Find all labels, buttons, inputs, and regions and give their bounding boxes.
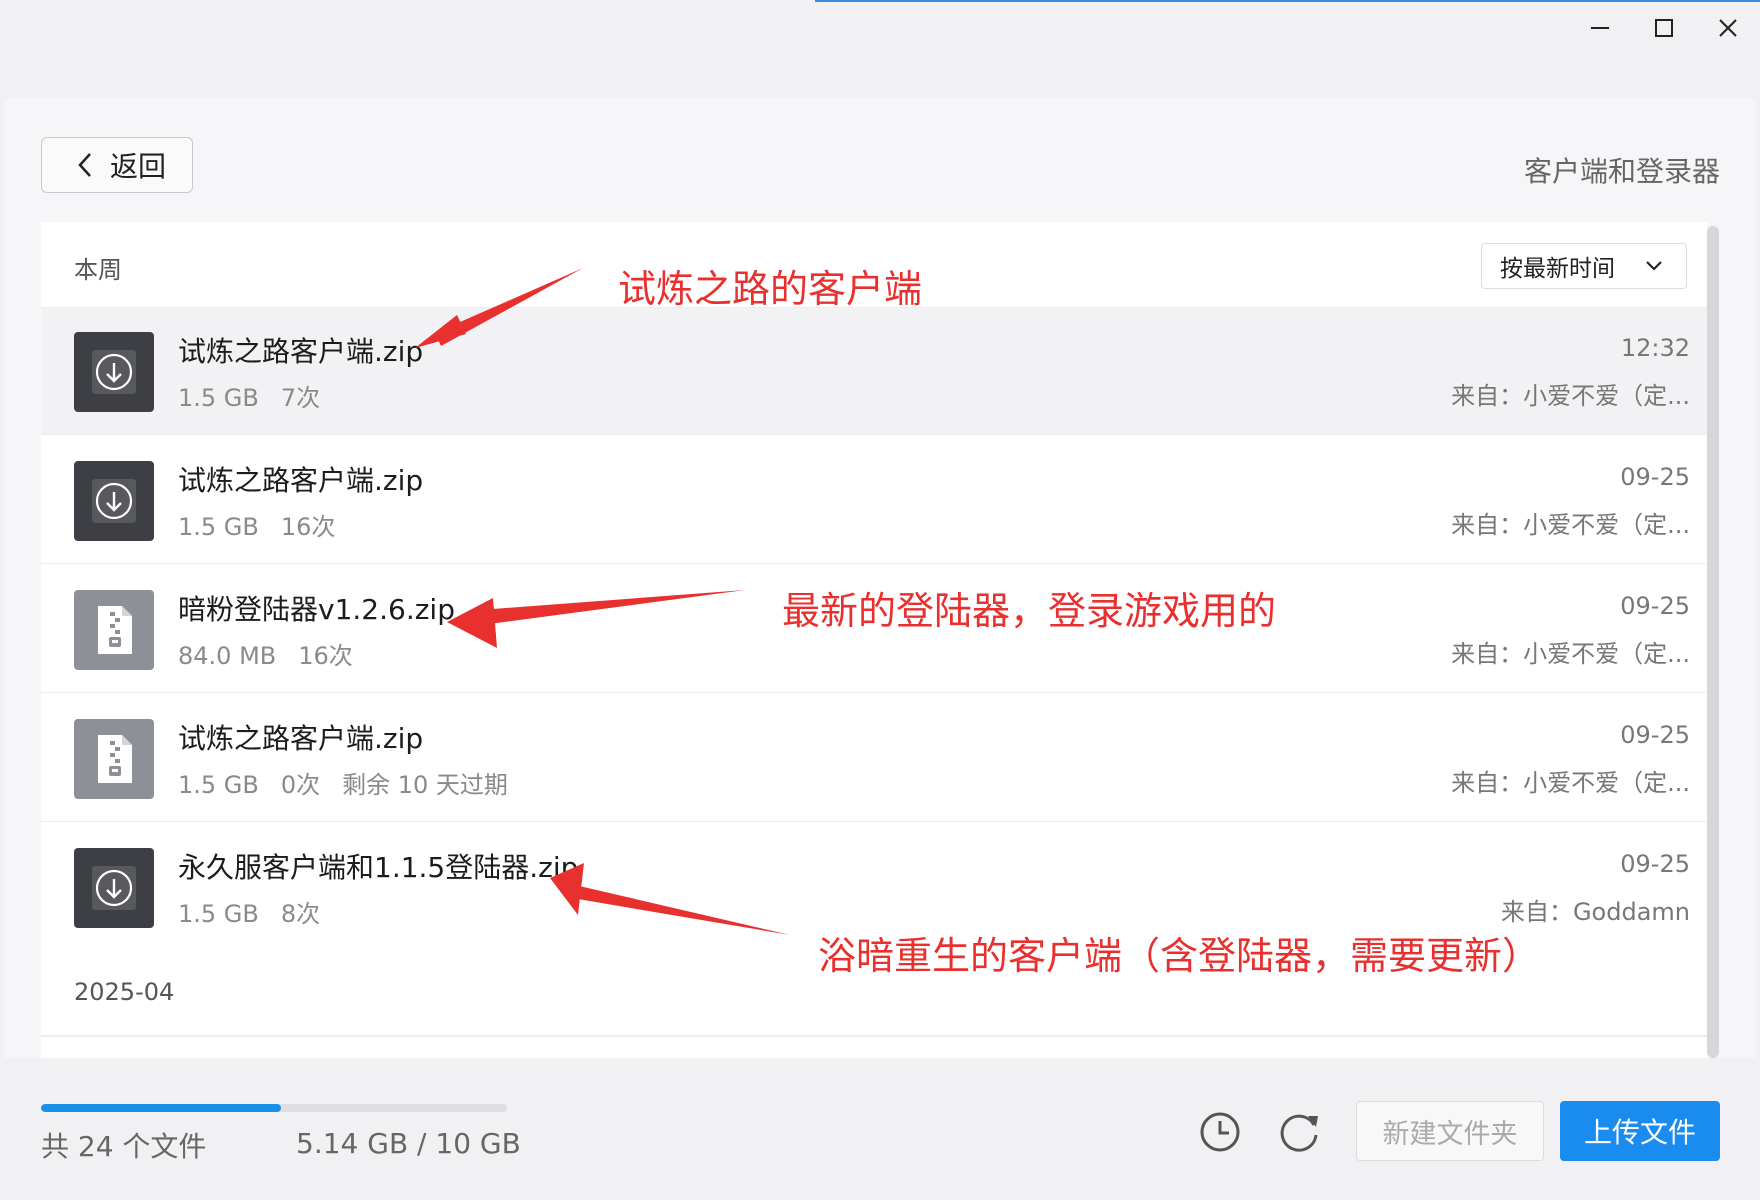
file-meta: 1.5 GB 8次: [178, 894, 342, 929]
annotation-text-1: 试炼之路的客户端: [618, 267, 923, 311]
file-source: 来自：小爱不爱（定...: [1451, 382, 1690, 410]
file-name: 暗粉登陆器v1.2.6.zip: [178, 593, 455, 626]
file-source: 来自：小爱不爱（定...: [1451, 511, 1690, 539]
section-label-week: 本周: [74, 256, 122, 284]
chevron-left-icon: [78, 153, 91, 177]
file-name: 试炼之路客户端.zip: [178, 335, 424, 368]
file-date: 09-25: [1620, 463, 1690, 491]
download-archive-icon: [74, 332, 154, 412]
back-button-label: 返回: [110, 150, 167, 183]
file-meta: 1.5 GB 16次: [178, 507, 357, 542]
close-icon: [1719, 19, 1737, 37]
file-source: 来自：小爱不爱（定...: [1451, 640, 1690, 668]
file-size: 84.0 MB: [178, 642, 277, 670]
file-source: 来自：小爱不爱（定...: [1451, 769, 1690, 797]
file-size: 1.5 GB: [178, 513, 259, 541]
file-count: 7次: [280, 384, 321, 412]
close-button[interactable]: [1700, 8, 1756, 48]
list-divider: [41, 1035, 1707, 1037]
storage-usage: 5.14 GB / 10 GB: [296, 1127, 521, 1160]
file-count: 16次: [298, 642, 353, 670]
file-size: 1.5 GB: [178, 900, 259, 928]
title-bar: [0, 0, 1760, 98]
file-size: 1.5 GB: [178, 771, 259, 799]
sort-select[interactable]: 按最新时间: [1481, 243, 1687, 289]
file-name: 试炼之路客户端.zip: [178, 464, 424, 497]
file-extra: 剩余 10 天过期: [342, 771, 508, 799]
refresh-icon: [1280, 1114, 1318, 1152]
file-row[interactable]: 试炼之路客户端.zip 1.5 GB 0次 剩余 10 天过期 09-25 来自：小爱不爱…: [41, 695, 1707, 822]
file-count: 8次: [280, 900, 321, 928]
page-title: 客户端和登录器: [1523, 155, 1720, 188]
file-source: 来自：Goddamn: [1500, 898, 1690, 926]
file-count: 16次: [280, 513, 336, 541]
sort-select-value: 按最新时间: [1500, 256, 1615, 282]
download-archive-icon: [74, 461, 154, 541]
maximize-icon: [1655, 19, 1673, 37]
zip-file-icon: [74, 590, 154, 670]
minimize-button[interactable]: [1572, 8, 1628, 48]
zip-file-icon: [74, 719, 154, 799]
annotation-text-2: 最新的登陆器，登录游戏用的: [782, 589, 1277, 633]
file-count: 共 24 个文件: [41, 1130, 207, 1163]
file-meta: 1.5 GB 7次: [178, 378, 342, 413]
maximize-button[interactable]: [1636, 8, 1692, 48]
storage-progress-track: [41, 1104, 507, 1112]
minimize-icon: [1591, 27, 1609, 29]
section-label-month: 2025-04: [74, 978, 175, 1006]
file-date: 12:32: [1620, 334, 1690, 362]
window-accent-line: [815, 0, 1760, 2]
file-date: 09-25: [1620, 850, 1690, 878]
file-count: 0次: [280, 771, 321, 799]
clock-icon: [1200, 1112, 1240, 1152]
back-button[interactable]: 返回: [41, 137, 193, 193]
storage-progress-fill: [41, 1104, 281, 1112]
file-row[interactable]: 试炼之路客户端.zip 1.5 GB 16次 09-25 来自：小爱不爱（定...: [41, 437, 1707, 564]
chevron-down-icon: [1646, 261, 1662, 271]
scrollbar[interactable]: [1707, 226, 1719, 1058]
file-size: 1.5 GB: [178, 384, 259, 412]
file-meta: 1.5 GB 0次 剩余 10 天过期: [178, 765, 530, 800]
download-archive-icon: [74, 848, 154, 928]
history-button[interactable]: [1191, 1103, 1249, 1161]
file-date: 09-25: [1620, 721, 1690, 749]
file-name: 试炼之路客户端.zip: [178, 722, 424, 755]
upload-file-button[interactable]: 上传文件: [1560, 1101, 1720, 1161]
file-name: 永久服客户端和1.1.5登陆器.zip: [178, 851, 579, 884]
file-date: 09-25: [1620, 592, 1690, 620]
file-meta: 84.0 MB 16次: [178, 636, 375, 671]
file-row[interactable]: 试炼之路客户端.zip 1.5 GB 7次 12:32 来自：小爱不爱（定...: [41, 308, 1707, 435]
refresh-button[interactable]: [1271, 1103, 1329, 1161]
annotation-text-3: 浴暗重生的客户端（含登陆器，需要更新）: [818, 934, 1541, 978]
new-folder-button[interactable]: 新建文件夹: [1356, 1101, 1544, 1161]
